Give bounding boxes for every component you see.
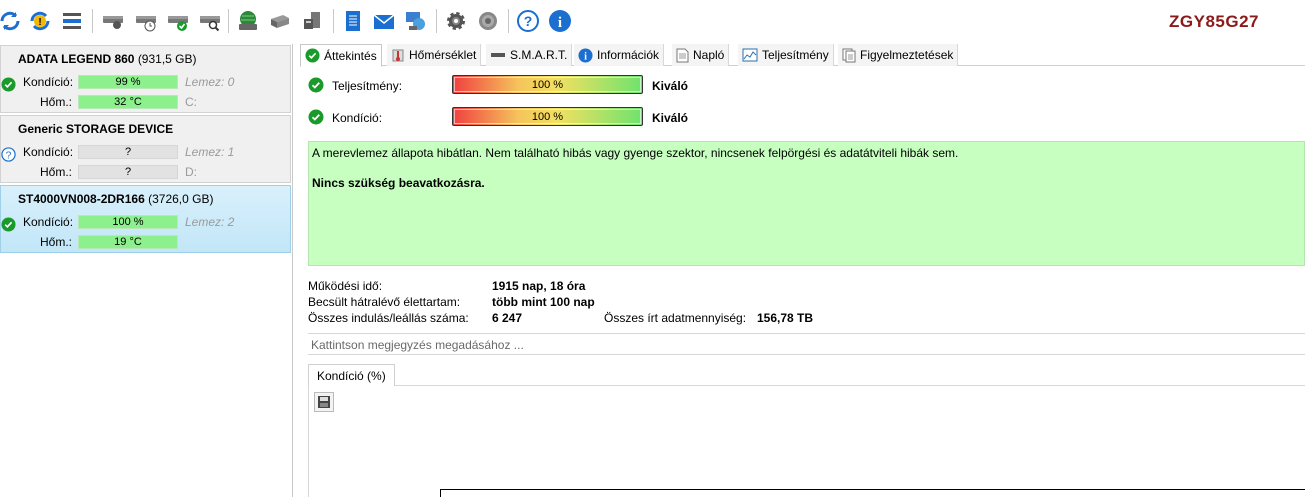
condition-bar: 100 % (78, 215, 178, 229)
save-icon[interactable] (314, 392, 334, 412)
uptime-value: 1915 nap, 18 óra (492, 279, 586, 293)
tab-log[interactable]: Napló (672, 44, 730, 66)
check-icon (308, 109, 324, 125)
disk-item[interactable]: ADATA LEGEND 860 (931,5 GB) Kondíció: 99… (0, 45, 291, 113)
temp-bar: ? (78, 165, 178, 179)
tab-performance[interactable]: Teljesítmény (738, 44, 834, 66)
condition-label: Kondíció: (23, 145, 74, 159)
email-icon[interactable] (371, 8, 397, 34)
help-icon[interactable]: ? (515, 8, 541, 34)
condition-rating: Kiváló (652, 111, 689, 125)
tab-bar: Áttekintés Hőmérséklet S.M.A.R.T. i Info… (300, 44, 1305, 67)
svg-text:i: i (558, 15, 562, 31)
condition-value: 100 % (454, 109, 641, 124)
note-field[interactable]: Kattintson megjegyzés megadásához ... (308, 333, 1305, 355)
temp-bar: 32 °C (78, 95, 178, 109)
starts-label: Összes indulás/leállás száma: (308, 311, 469, 325)
tab-condition-chart[interactable]: Kondíció (%) (308, 364, 395, 387)
thermometer-icon (392, 49, 404, 62)
starts-value: 6 247 (492, 311, 523, 325)
network-icon[interactable] (403, 8, 429, 34)
temp-bar: 19 °C (78, 235, 178, 249)
chart-icon (742, 48, 758, 62)
status-text: A merevlemez állapota hibátlan. Nem talá… (312, 146, 959, 160)
tab-smart[interactable]: S.M.A.R.T. (486, 44, 573, 66)
tab-warnings[interactable]: Figyelmeztetések (838, 44, 959, 66)
drive-icon (491, 53, 505, 57)
chart-area (308, 386, 1305, 497)
unknown-status-icon: ? (1, 147, 16, 165)
performance-bar: 100 % (452, 75, 643, 94)
drive-letter: D: (185, 165, 197, 179)
temp-label: Hőm.: (40, 95, 73, 109)
lifetime-value: több mint 100 nap (492, 295, 595, 309)
drive-search-icon[interactable] (197, 8, 223, 34)
info-icon: i (578, 47, 593, 62)
condition-bar: 100 % (452, 107, 643, 126)
svg-text:?: ? (6, 150, 12, 161)
performance-label: Teljesítmény: (332, 79, 403, 93)
written-label: Összes írt adatmennyiség: (604, 311, 747, 325)
lifetime-label: Becsült hátralévő élettartam: (308, 295, 461, 309)
drive-list-icon[interactable] (59, 8, 85, 34)
uptime-label: Működési idő: (308, 279, 383, 293)
condition-bar: ? (78, 145, 178, 159)
svg-text:i: i (584, 51, 587, 62)
condition-label: Kondíció: (23, 215, 74, 229)
disk-title: ADATA LEGEND 860 (931,5 GB) (18, 52, 197, 66)
check-icon (308, 77, 324, 93)
check-icon (1, 217, 16, 235)
drive-letter: C: (185, 95, 197, 109)
tab-overview[interactable]: Áttekintés (300, 44, 382, 67)
svg-text:!: ! (38, 17, 41, 28)
warnings-icon (842, 48, 856, 62)
info-icon[interactable]: i (547, 8, 573, 34)
chart-frame (440, 489, 1305, 497)
refresh-icon[interactable] (0, 8, 23, 34)
refresh-warning-icon[interactable]: ! (27, 8, 53, 34)
globe-drive-icon[interactable] (235, 8, 261, 34)
check-icon (305, 48, 320, 63)
document-icon (676, 48, 689, 62)
disk-list-panel: ADATA LEGEND 860 (931,5 GB) Kondíció: 99… (0, 44, 293, 497)
sound-icon[interactable] (475, 8, 501, 34)
tab-temperature[interactable]: Hőmérséklet (387, 44, 482, 66)
gear-icon[interactable] (443, 8, 469, 34)
brand-label: ZGY85G27 (1169, 12, 1259, 31)
advice-text: Nincs szükség beavatkozásra. (312, 176, 485, 190)
disk-title: Generic STORAGE DEVICE (18, 122, 174, 136)
condition-label: Kondíció: (23, 75, 74, 89)
toolbar: ! ? i ZGY85G27 (0, 0, 1305, 44)
svg-text:?: ? (524, 13, 533, 29)
temp-label: Hőm.: (40, 235, 73, 249)
performance-value: 100 % (454, 77, 641, 92)
temp-label: Hőm.: (40, 165, 73, 179)
chart-tab-bar: Kondíció (%) (308, 364, 1305, 387)
drive-settings-icon[interactable] (100, 8, 126, 34)
condition-bar: 99 % (78, 75, 178, 89)
drive-tools-icon[interactable] (267, 8, 293, 34)
drive-check-icon[interactable] (165, 8, 191, 34)
drive-cleanup-icon[interactable] (299, 8, 325, 34)
performance-rating: Kiváló (652, 79, 689, 93)
disk-title: ST4000VN008-2DR166 (3726,0 GB) (18, 192, 214, 206)
disk-index-label: Lemez: 2 (185, 215, 235, 229)
tab-information[interactable]: i Információk (574, 44, 665, 66)
disk-index-label: Lemez: 0 (185, 75, 235, 89)
check-icon (1, 77, 16, 95)
drive-schedule-icon[interactable] (133, 8, 159, 34)
disk-item-selected[interactable]: ST4000VN008-2DR166 (3726,0 GB) Kondíció:… (0, 185, 291, 253)
notes-icon[interactable] (340, 8, 366, 34)
status-message-box: A merevlemez állapota hibátlan. Nem talá… (308, 141, 1305, 266)
disk-item[interactable]: Generic STORAGE DEVICE ? Kondíció: ? Lem… (0, 115, 291, 183)
written-value: 156,78 TB (757, 311, 814, 325)
condition-label: Kondíció: (332, 111, 383, 125)
disk-index-label: Lemez: 1 (185, 145, 235, 159)
